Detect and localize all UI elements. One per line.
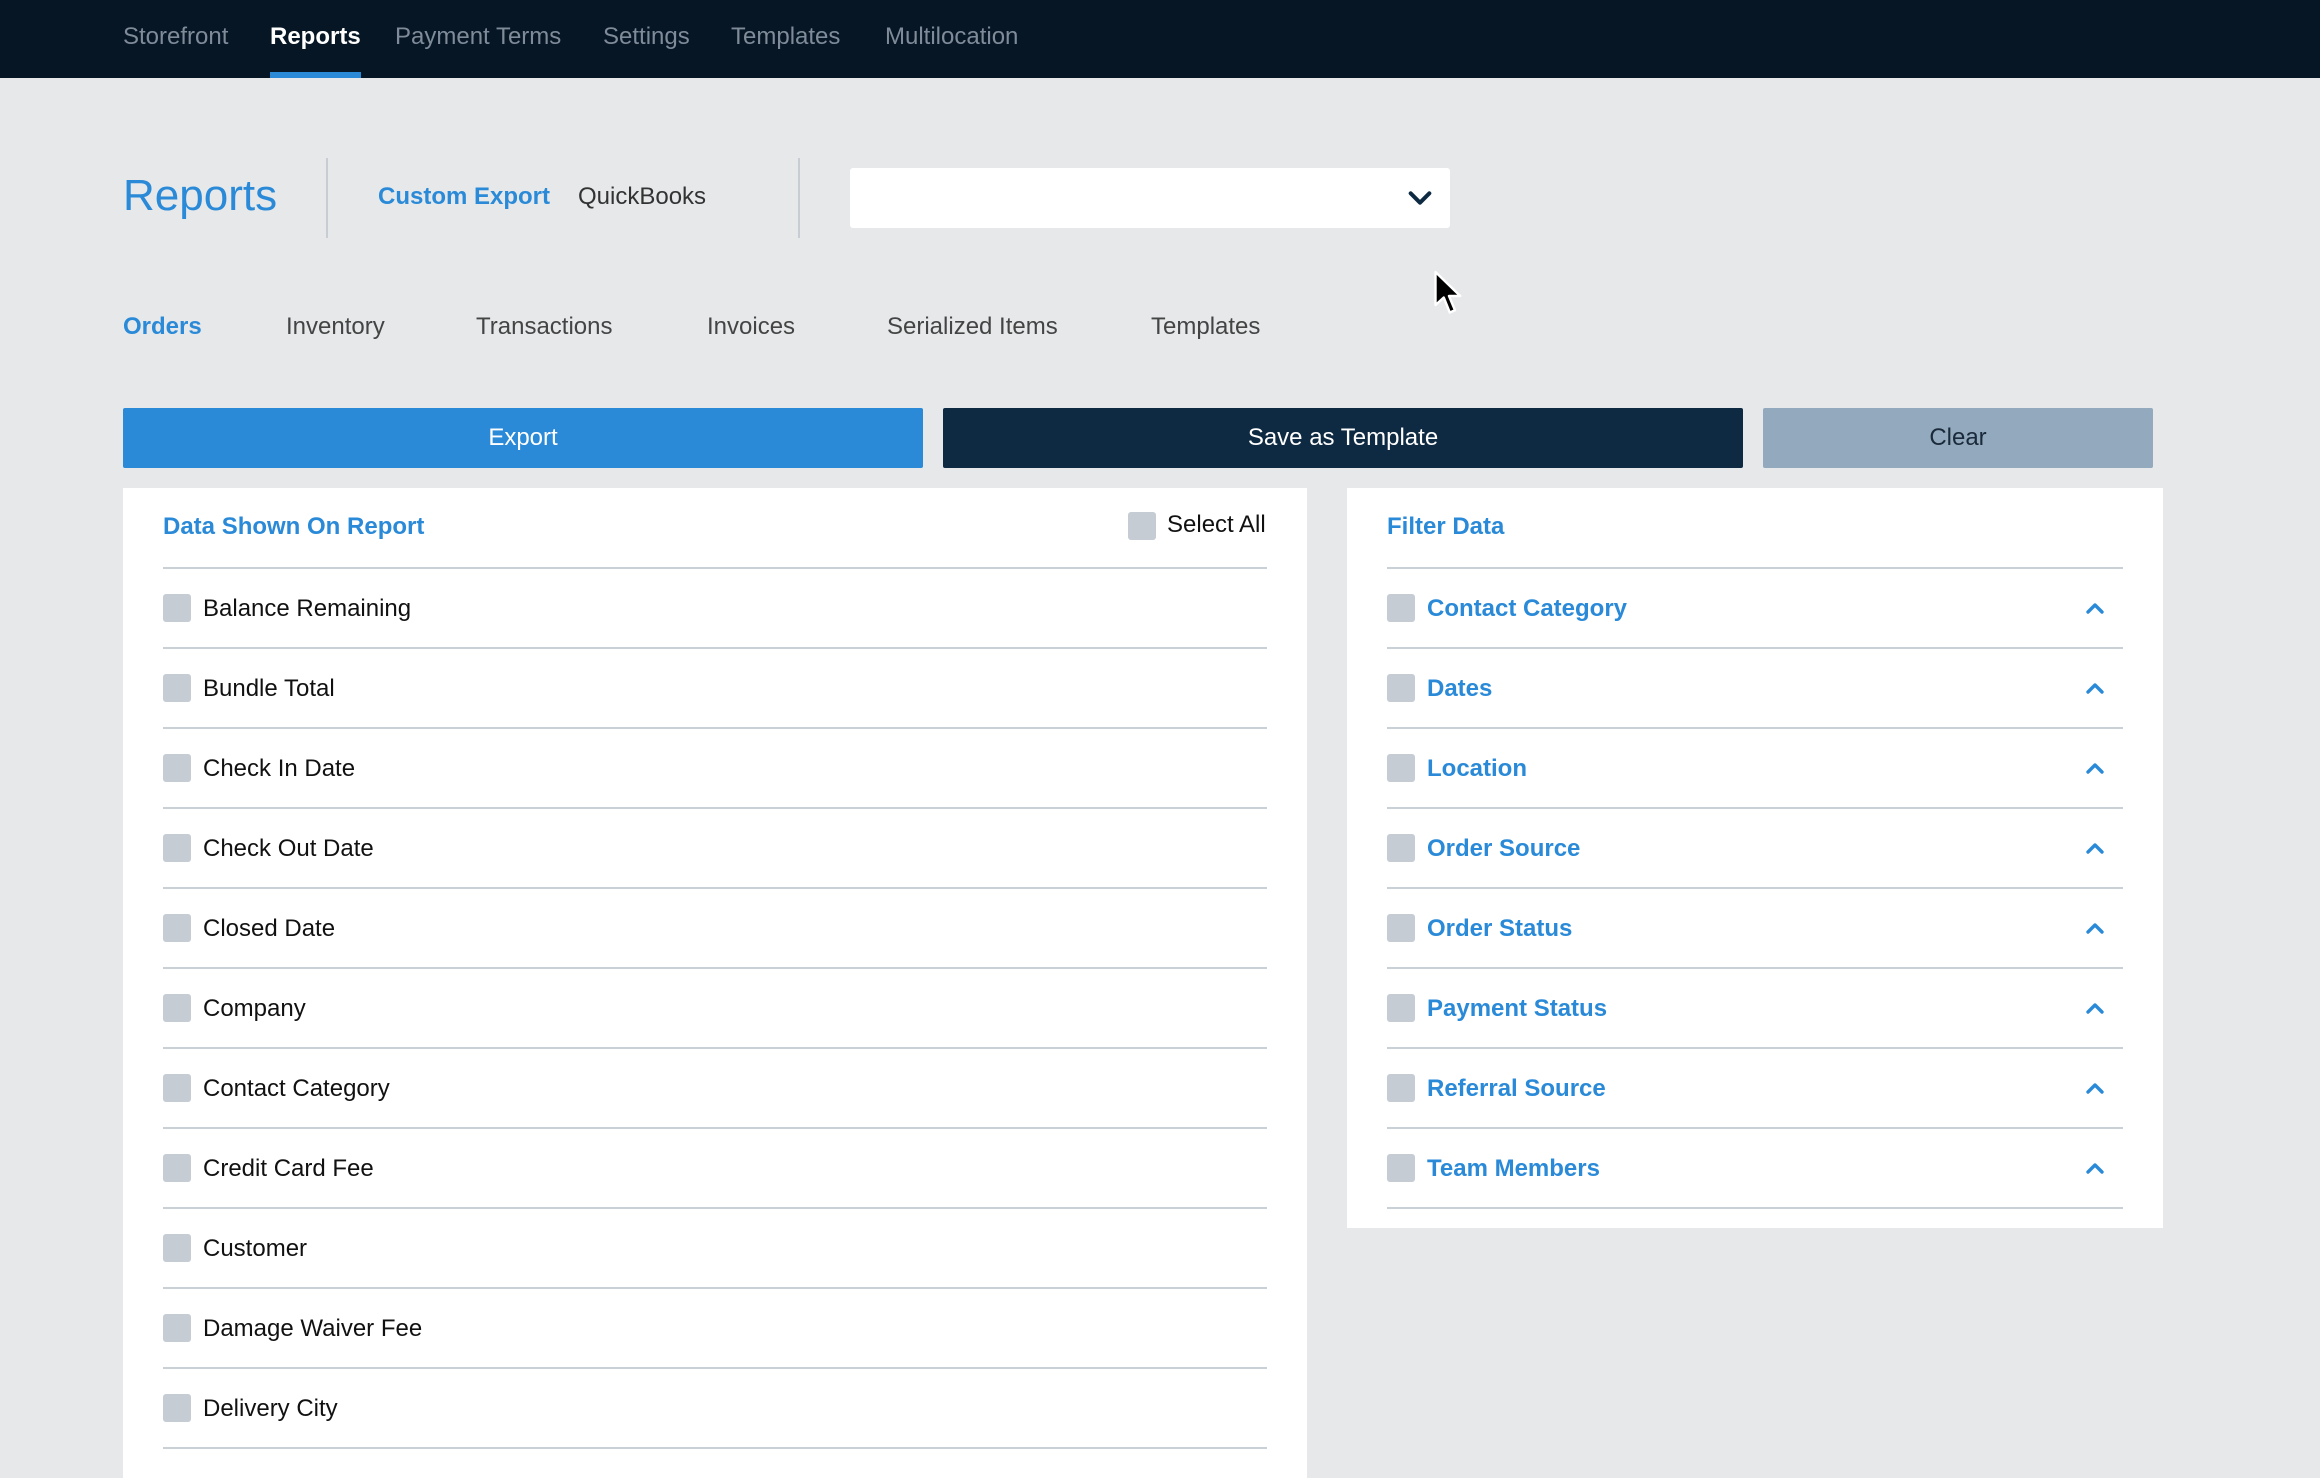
field-row[interactable]: Company (123, 968, 1307, 1049)
filter-row[interactable]: Referral Source (1347, 1048, 2163, 1129)
tab-orders[interactable]: Orders (123, 312, 202, 342)
filter-row[interactable]: Payment Status (1347, 968, 2163, 1049)
field-row[interactable]: Closed Date (123, 888, 1307, 969)
mouse-cursor-icon (1434, 270, 1462, 314)
filter-checkbox[interactable] (1387, 754, 1415, 782)
nav-item-multilocation[interactable]: Multilocation (885, 0, 1018, 78)
filter-row[interactable]: Location (1347, 728, 2163, 809)
filter-label[interactable]: Order Source (1427, 834, 1580, 864)
chevron-up-icon[interactable] (2083, 596, 2107, 620)
field-checkbox[interactable] (163, 994, 191, 1022)
header-divider (798, 158, 800, 238)
save-as-template-button[interactable]: Save as Template (943, 408, 1743, 468)
template-select[interactable] (850, 168, 1450, 228)
select-all-label: Select All (1167, 511, 1266, 538)
filter-label[interactable]: Dates (1427, 674, 1492, 704)
export-button[interactable]: Export (123, 408, 923, 468)
filter-label[interactable]: Location (1427, 754, 1527, 784)
filter-label[interactable]: Referral Source (1427, 1074, 1606, 1104)
chevron-up-icon[interactable] (2083, 916, 2107, 940)
field-row[interactable]: Bundle Total (123, 648, 1307, 729)
data-shown-panel: Data Shown On Report Select All Balance … (123, 488, 1307, 1478)
header-divider (326, 158, 328, 238)
field-row[interactable]: Check In Date (123, 728, 1307, 809)
divider (163, 1447, 1267, 1449)
tab-custom-export[interactable]: Custom Export (378, 182, 550, 212)
field-checkbox[interactable] (163, 754, 191, 782)
field-row[interactable]: Balance Remaining (123, 568, 1307, 649)
tab-templates[interactable]: Templates (1151, 312, 1260, 342)
field-row[interactable]: Check Out Date (123, 808, 1307, 889)
field-label: Check In Date (203, 755, 356, 782)
field-checkbox[interactable] (163, 914, 191, 942)
nav-item-templates[interactable]: Templates (731, 0, 840, 78)
field-row[interactable]: Credit Card Fee (123, 1128, 1307, 1209)
field-label: Company (203, 995, 306, 1022)
nav-item-reports[interactable]: Reports (270, 0, 361, 78)
filter-label[interactable]: Payment Status (1427, 994, 1607, 1024)
top-navigation: Storefront Reports Payment Terms Setting… (0, 0, 2320, 78)
field-row[interactable]: Contact Category (123, 1048, 1307, 1129)
tab-invoices[interactable]: Invoices (707, 312, 795, 342)
nav-item-settings[interactable]: Settings (603, 0, 690, 78)
filter-label[interactable]: Order Status (1427, 914, 1572, 944)
filter-checkbox[interactable] (1387, 1154, 1415, 1182)
field-row[interactable]: Customer (123, 1208, 1307, 1289)
page-title: Reports (123, 171, 278, 220)
filter-checkbox[interactable] (1387, 834, 1415, 862)
chevron-up-icon[interactable] (2083, 676, 2107, 700)
nav-item-payment-terms[interactable]: Payment Terms (395, 0, 561, 78)
field-label: Customer (203, 1235, 308, 1262)
field-label: Check Out Date (203, 835, 374, 862)
chevron-down-icon (1408, 191, 1432, 205)
chevron-up-icon[interactable] (2083, 836, 2107, 860)
field-label: Closed Date (203, 915, 336, 942)
field-checkbox[interactable] (163, 834, 191, 862)
field-checkbox[interactable] (163, 1234, 191, 1262)
filter-checkbox[interactable] (1387, 1074, 1415, 1102)
select-all-checkbox[interactable] (1128, 512, 1156, 540)
field-checkbox[interactable] (163, 1314, 191, 1342)
clear-button[interactable]: Clear (1763, 408, 2153, 468)
filter-checkbox[interactable] (1387, 914, 1415, 942)
field-label: Contact Category (203, 1075, 390, 1102)
tab-transactions[interactable]: Transactions (476, 312, 613, 342)
field-checkbox[interactable] (163, 594, 191, 622)
field-label: Damage Waiver Fee (203, 1315, 423, 1342)
filter-row[interactable]: Dates (1347, 648, 2163, 729)
field-checkbox[interactable] (163, 674, 191, 702)
divider (1387, 1207, 2123, 1209)
field-row[interactable]: Damage Waiver Fee (123, 1288, 1307, 1369)
filter-row[interactable]: Contact Category (1347, 568, 2163, 649)
filter-row[interactable]: Order Source (1347, 808, 2163, 889)
filter-label[interactable]: Contact Category (1427, 594, 1627, 624)
field-checkbox[interactable] (163, 1394, 191, 1422)
filter-checkbox[interactable] (1387, 994, 1415, 1022)
tab-serialized-items[interactable]: Serialized Items (887, 312, 1058, 342)
chevron-up-icon[interactable] (2083, 996, 2107, 1020)
tab-inventory[interactable]: Inventory (286, 312, 385, 342)
filter-row[interactable]: Order Status (1347, 888, 2163, 969)
filter-checkbox[interactable] (1387, 594, 1415, 622)
filter-data-panel: Filter Data Contact Category Dates Locatio… (1347, 488, 2163, 1228)
filter-data-heading: Filter Data (1387, 513, 1505, 540)
field-checkbox[interactable] (163, 1074, 191, 1102)
filter-checkbox[interactable] (1387, 674, 1415, 702)
field-label: Bundle Total (203, 675, 335, 702)
field-checkbox[interactable] (163, 1154, 191, 1182)
chevron-up-icon[interactable] (2083, 1076, 2107, 1100)
filter-label[interactable]: Team Members (1427, 1154, 1600, 1184)
chevron-up-icon[interactable] (2083, 756, 2107, 780)
data-shown-heading: Data Shown On Report (163, 513, 425, 540)
chevron-up-icon[interactable] (2083, 1156, 2107, 1180)
filter-row[interactable]: Team Members (1347, 1128, 2163, 1209)
nav-item-storefront[interactable]: Storefront (123, 0, 228, 78)
field-row[interactable]: Delivery City (123, 1368, 1307, 1449)
field-label: Credit Card Fee (203, 1155, 374, 1182)
field-label: Delivery City (203, 1395, 338, 1422)
field-label: Balance Remaining (203, 595, 412, 622)
tab-quickbooks[interactable]: QuickBooks (578, 182, 706, 212)
